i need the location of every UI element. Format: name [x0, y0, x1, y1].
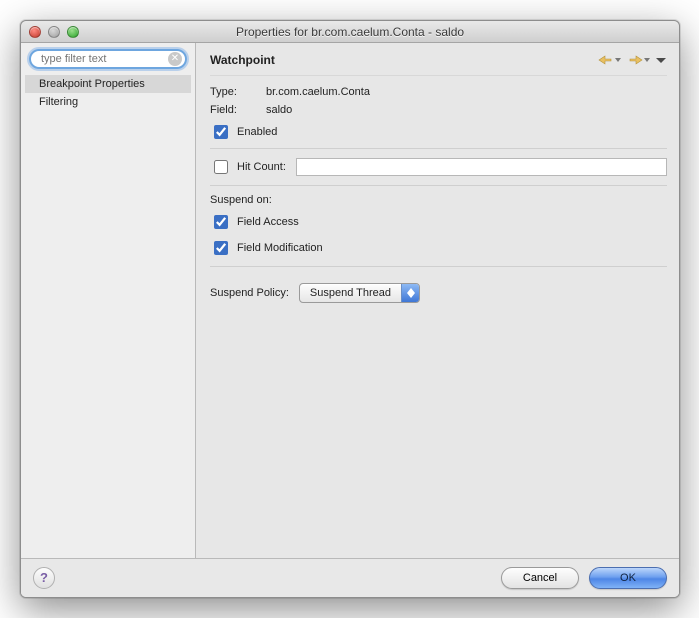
- suspend-on-label: Suspend on:: [210, 194, 667, 206]
- main-header: Watchpoint: [210, 53, 667, 67]
- separator: [210, 266, 667, 267]
- suspend-policy-value: Suspend Thread: [310, 287, 401, 299]
- field-modification-label: Field Modification: [237, 242, 323, 254]
- help-button[interactable]: ?: [33, 567, 55, 589]
- filter-wrap: ✕: [29, 49, 187, 69]
- field-modification-checkbox[interactable]: [214, 241, 228, 255]
- enabled-checkbox[interactable]: [214, 125, 228, 139]
- nav-arrows: [597, 53, 667, 67]
- field-modification-row[interactable]: Field Modification: [210, 238, 667, 258]
- arrow-left-icon: [598, 54, 614, 66]
- cancel-button[interactable]: Cancel: [501, 567, 579, 589]
- arrow-right-icon: [627, 54, 643, 66]
- enabled-checkbox-row[interactable]: Enabled: [210, 122, 667, 142]
- close-icon[interactable]: [29, 26, 41, 38]
- field-access-label: Field Access: [237, 216, 299, 228]
- view-menu-button[interactable]: [655, 53, 667, 67]
- field-label: Field:: [210, 104, 266, 116]
- field-access-row[interactable]: Field Access: [210, 212, 667, 232]
- dialog-footer: ? Cancel OK: [21, 558, 679, 597]
- window-controls: [21, 26, 79, 38]
- field-access-checkbox[interactable]: [214, 215, 228, 229]
- filter-input[interactable]: [29, 49, 187, 69]
- titlebar: Properties for br.com.caelum.Conta - sal…: [21, 21, 679, 43]
- suspend-policy-row: Suspend Policy: Suspend Thread: [210, 283, 667, 303]
- chevron-down-icon: [615, 54, 621, 66]
- clear-filter-icon[interactable]: ✕: [168, 52, 182, 66]
- type-value: br.com.caelum.Conta: [266, 86, 370, 98]
- ok-button[interactable]: OK: [589, 567, 667, 589]
- sidebar-item-breakpoint-properties[interactable]: Breakpoint Properties: [25, 75, 191, 93]
- separator: [210, 185, 667, 186]
- separator: [210, 75, 667, 76]
- chevron-down-icon: [656, 54, 666, 66]
- back-button[interactable]: [597, 53, 622, 67]
- field-value: saldo: [266, 104, 292, 116]
- dialog-body: ✕ Breakpoint Properties Filtering Watchp…: [21, 43, 679, 597]
- field-row: Field: saldo: [210, 104, 667, 116]
- split-pane: ✕ Breakpoint Properties Filtering Watchp…: [21, 43, 679, 558]
- sidebar: ✕ Breakpoint Properties Filtering: [21, 43, 196, 558]
- dialog-window: Properties for br.com.caelum.Conta - sal…: [20, 20, 680, 598]
- hitcount-label: Hit Count:: [237, 161, 286, 173]
- window-title: Properties for br.com.caelum.Conta - sal…: [21, 25, 679, 39]
- enabled-label: Enabled: [237, 126, 277, 138]
- main-panel: Watchpoint: [196, 43, 679, 558]
- hitcount-checkbox[interactable]: [214, 160, 228, 174]
- sidebar-list: Breakpoint Properties Filtering: [25, 75, 191, 111]
- hitcount-row: Hit Count:: [210, 157, 667, 177]
- chevron-down-icon: [644, 54, 650, 66]
- suspend-policy-label: Suspend Policy:: [210, 287, 289, 299]
- select-stepper-icon: [401, 284, 419, 302]
- type-row: Type: br.com.caelum.Conta: [210, 86, 667, 98]
- hitcount-input[interactable]: [296, 158, 667, 176]
- suspend-policy-select[interactable]: Suspend Thread: [299, 283, 420, 303]
- forward-button[interactable]: [626, 53, 651, 67]
- separator: [210, 148, 667, 149]
- sidebar-item-filtering[interactable]: Filtering: [25, 93, 191, 111]
- page-title: Watchpoint: [210, 53, 597, 67]
- type-label: Type:: [210, 86, 266, 98]
- zoom-icon[interactable]: [67, 26, 79, 38]
- minimize-icon: [48, 26, 60, 38]
